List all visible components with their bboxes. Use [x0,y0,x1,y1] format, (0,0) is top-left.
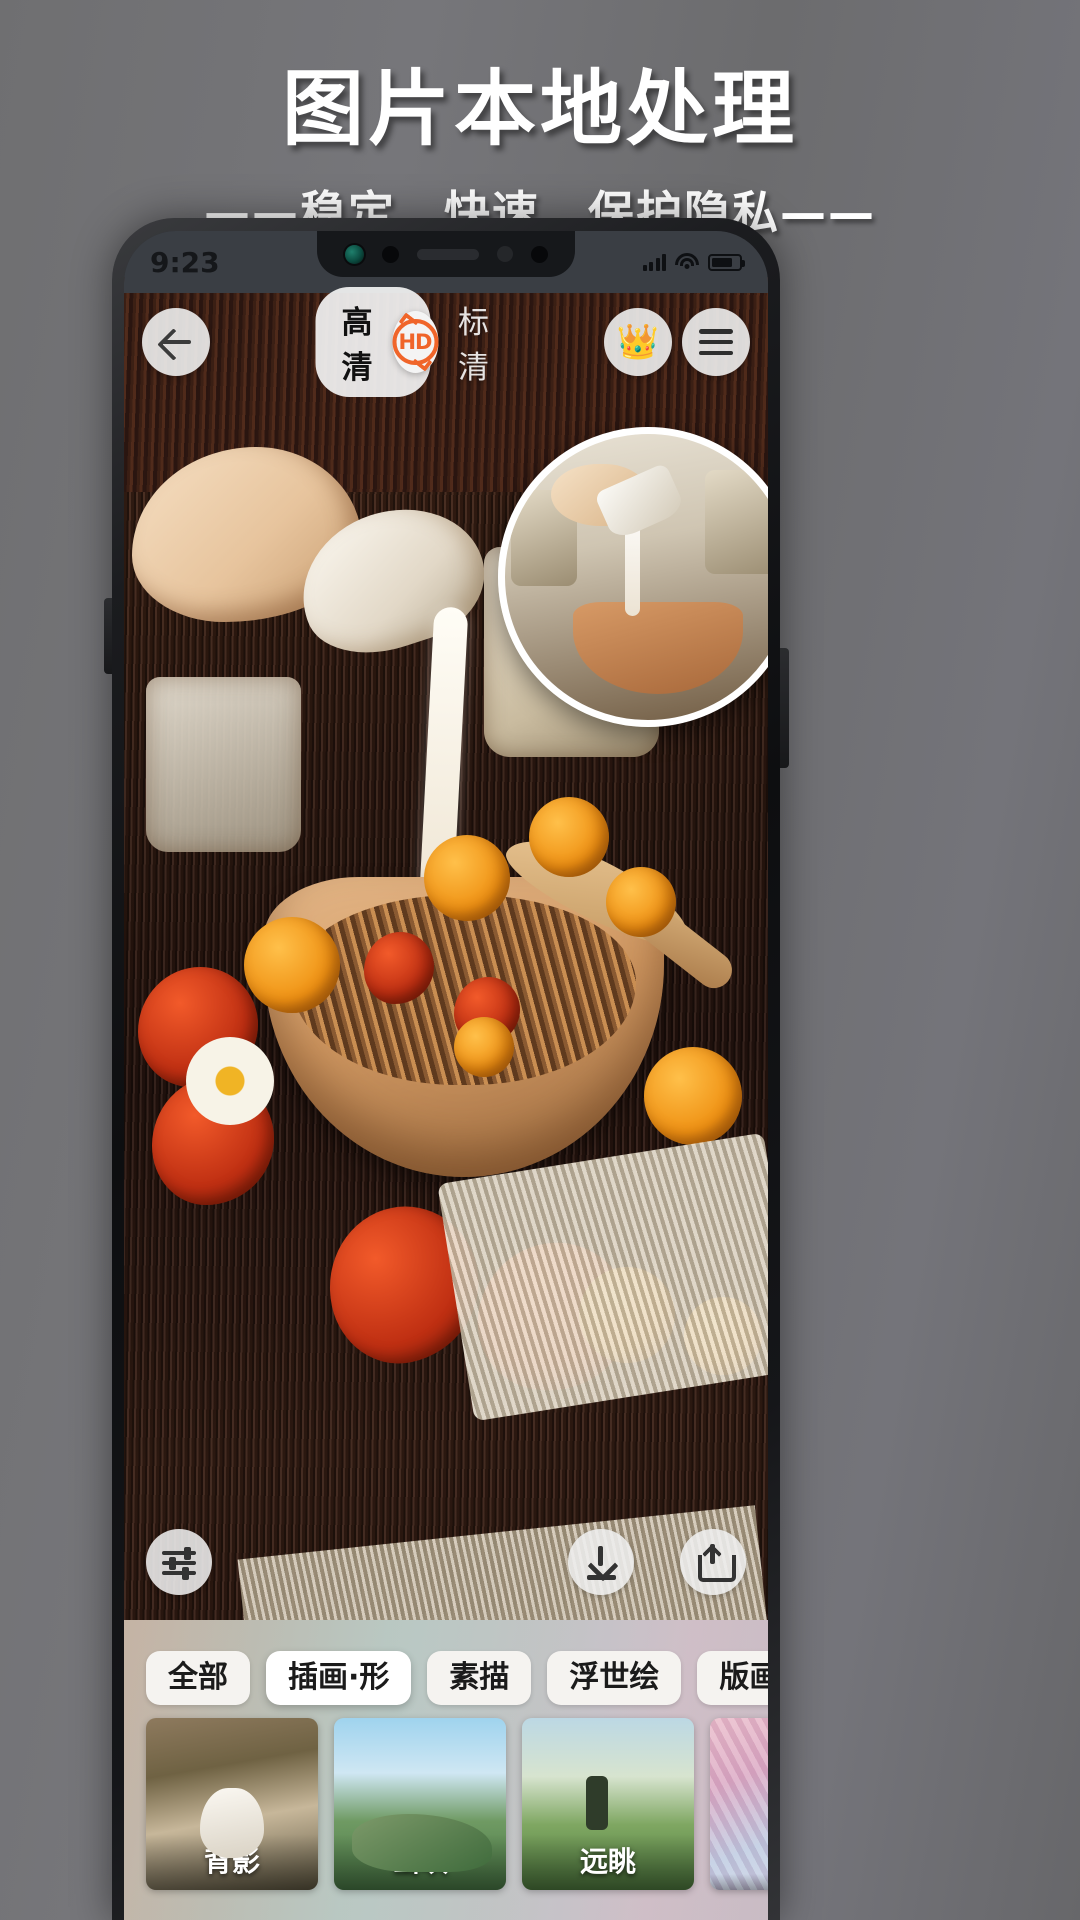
preview-bowl [573,602,743,694]
style-chip-sketch[interactable]: 素描 [427,1651,532,1705]
quality-toggle-knob[interactable]: HD [392,311,438,373]
quality-pill: 高清 HD 标清 [315,287,499,397]
photo-apricot-2 [424,835,510,921]
page-title: 图片本地处理 [281,62,798,157]
style-thumbnail-label: 远眺 [522,1834,694,1890]
hamburger-menu-icon [699,329,733,355]
phone-notch [317,231,575,277]
style-chip-illustration[interactable]: 插画·形 [266,1651,412,1705]
wifi-icon [675,253,699,271]
style-chip-ukiyoe[interactable]: 浮世绘 [547,1651,682,1705]
quality-sd-label[interactable]: 标清 [458,297,499,387]
crown-icon: 👑 [616,323,660,361]
photo-apricot-5 [644,1047,742,1145]
photo-apricot-1 [244,917,340,1013]
signal-bars-icon [642,253,666,271]
style-thumbnail-label: 山峡 [334,1834,506,1890]
sensor-dot-icon [381,245,399,263]
front-camera-icon [344,244,364,264]
top-toolbar: 高清 HD 标清 👑 [124,287,768,397]
share-icon [697,1544,736,1582]
ir-dot-icon [530,245,548,263]
photo-apricot-4 [606,867,676,937]
preview-jar-right [705,470,768,574]
style-thumbnail-yuantiao[interactable]: 远眺 [522,1718,694,1890]
scroll-fade-edge [732,1620,768,1920]
status-icons [642,253,745,271]
style-thumbnail-shanxia[interactable]: 山峡 [334,1718,506,1890]
download-button[interactable] [568,1529,634,1595]
earpiece-speaker [416,248,479,260]
photo-apricot-3 [529,797,609,877]
style-thumbnail-beiying[interactable]: 背影 [146,1718,318,1890]
style-chip-all[interactable]: 全部 [146,1651,250,1705]
hd-badge-icon: HD [392,319,438,365]
style-picker-panel: 全部 插画·形 素描 浮世绘 版画 水 背影 山峡 远眺 [124,1620,768,1920]
vip-button[interactable]: 👑 [604,308,672,376]
adjust-button[interactable] [146,1529,212,1595]
download-icon [585,1546,617,1580]
battery-icon [708,253,745,271]
phone-screen: 9:23 高清 HD 标清 👑 全部 插画·形 素描 浮世绘 背影 山峡 远眺 [124,231,768,1920]
photo-apricot-8 [454,1017,514,1077]
action-right-group [568,1529,746,1595]
back-arrow-icon [159,325,193,359]
phone-mockup: 9:23 高清 HD 标清 👑 全部 插画·形 素描 浮世绘 背影 山峡 远眺 [104,218,789,1920]
action-toolbar [124,1522,768,1602]
back-button[interactable] [142,308,210,376]
quality-toggle[interactable]: 高清 HD 标清 [224,287,590,397]
style-thumbnail-list[interactable]: 背影 山峡 远眺 [124,1712,768,1890]
menu-button[interactable] [682,308,750,376]
proximity-sensor-icon [496,246,513,262]
promo-header: 图片本地处理 ——稳定、快速、保护隐私—— [0,0,1080,240]
photo-cloth [437,1132,768,1422]
share-button[interactable] [680,1529,746,1595]
status-time: 9:23 [150,245,220,279]
style-category-chips[interactable]: 全部 插画·形 素描 浮世绘 版画 水 [124,1620,768,1712]
style-thumbnail-label: 背影 [146,1834,318,1890]
sliders-icon [162,1547,196,1580]
photo-daisy [186,1037,274,1125]
original-preview-bubble[interactable] [498,427,768,727]
preview-image [505,434,768,720]
photo-glass-jar [146,677,301,852]
